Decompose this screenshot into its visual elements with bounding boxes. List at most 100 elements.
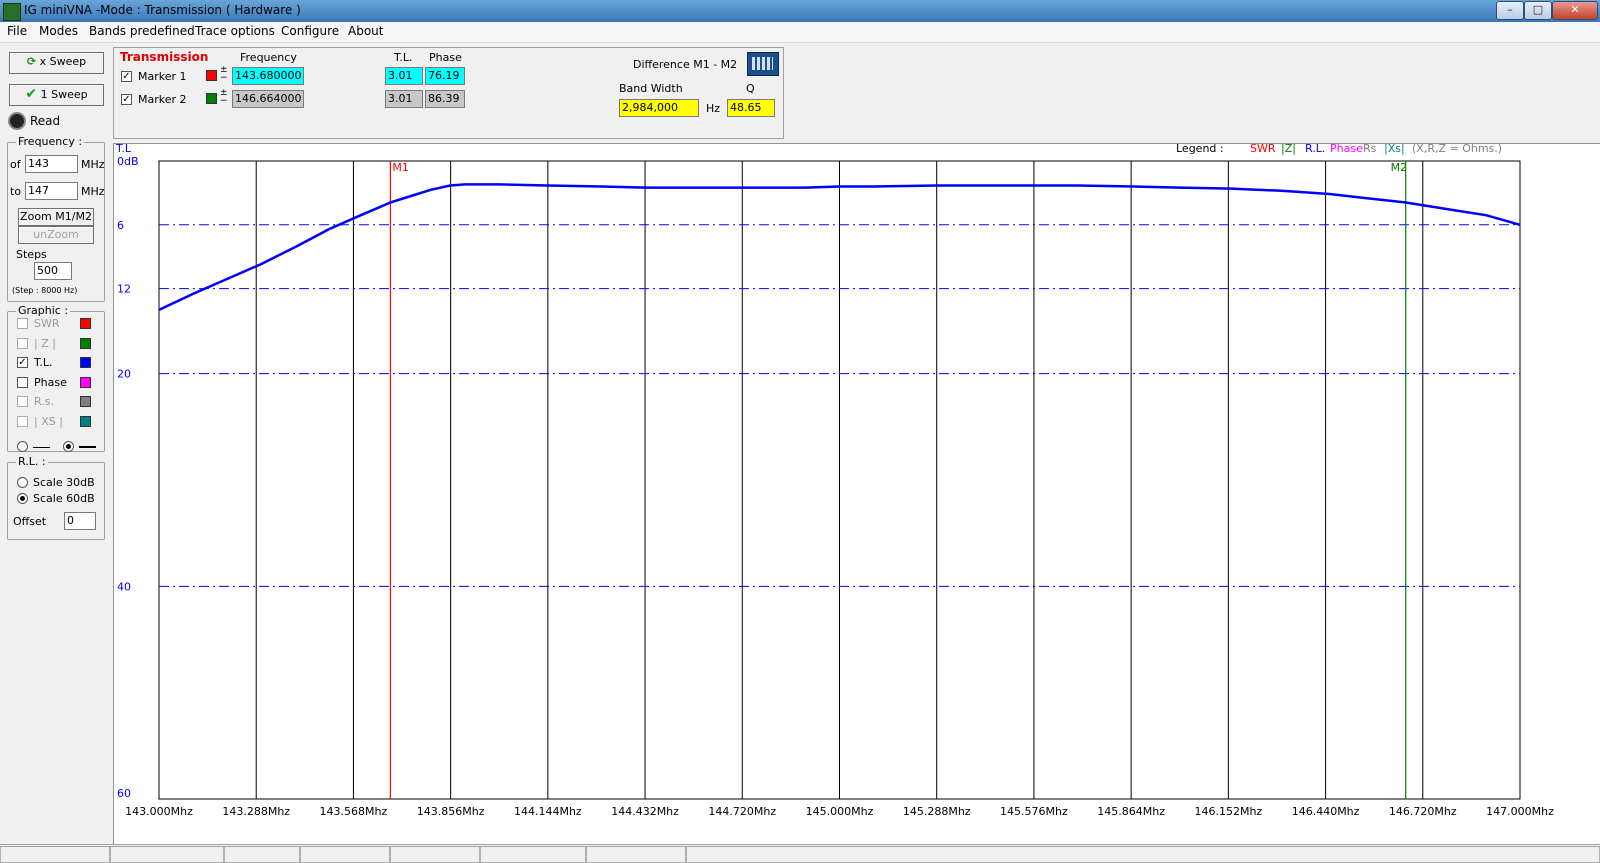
marker2-tl-field: 3.01 xyxy=(385,90,423,108)
status-pane-3 xyxy=(224,846,300,863)
menu-bands-predefined[interactable]: Bands predefined xyxy=(89,24,195,38)
start-frequency-input[interactable]: 143 xyxy=(25,155,78,173)
status-pane-4 xyxy=(300,846,390,863)
trace-checkbox[interactable] xyxy=(17,337,28,349)
close-button[interactable]: ✕ xyxy=(1552,1,1598,20)
maximize-button[interactable]: □ xyxy=(1524,1,1552,20)
status-pane-7 xyxy=(586,846,686,863)
start-unit-label: MHz xyxy=(81,158,105,171)
marker1-checkbox[interactable]: ✓ xyxy=(121,71,132,82)
trace-checkbox[interactable] xyxy=(17,396,28,407)
marker1-frequency-field[interactable]: 143.680000 xyxy=(232,67,304,85)
marker1-color-swatch[interactable] xyxy=(206,70,217,81)
trace-checkbox[interactable] xyxy=(17,415,28,427)
marker-label: M1 xyxy=(392,161,409,174)
app-icon xyxy=(3,3,21,21)
marker2-checkbox[interactable]: ✓ xyxy=(121,94,132,105)
thick-line-radio[interactable] xyxy=(63,441,74,452)
thin-line-radio[interactable] xyxy=(17,441,28,452)
trace-color-swatch[interactable] xyxy=(80,337,91,349)
x-tick-label: 144.720Mhz xyxy=(708,805,776,818)
x-tick-label: 144.432Mhz xyxy=(611,805,679,818)
tl-header: T.L. xyxy=(394,51,413,64)
trace-label: R.s. xyxy=(34,395,54,408)
trace-color-swatch[interactable] xyxy=(80,357,91,368)
x-tick-label: 146.720Mhz xyxy=(1389,805,1457,818)
x-tick-label: 145.864Mhz xyxy=(1097,805,1165,818)
y-tick-label: 20 xyxy=(117,368,131,381)
menu-bar: File Modes Bands predefined Trace option… xyxy=(0,22,1600,43)
frequency-group-title: Frequency : xyxy=(16,135,85,148)
marker1-spin-buttons[interactable]: ± − xyxy=(220,66,228,83)
scale-30db-label: Scale 30dB xyxy=(33,476,95,489)
calculator-icon[interactable] xyxy=(747,52,779,76)
trace-color-swatch[interactable] xyxy=(80,318,91,329)
title-bar: IG miniVNA -Mode : Transmission ( Hardwa… xyxy=(0,0,1600,22)
read-icon[interactable] xyxy=(8,112,26,130)
scale-60db-radio[interactable] xyxy=(17,493,28,504)
x-tick-label: 143.000Mhz xyxy=(125,805,193,818)
hz-label: Hz xyxy=(706,102,721,115)
y-tick-label: 0dB xyxy=(117,155,139,168)
y-tick-label: 40 xyxy=(117,580,131,593)
x-sweep-label: x Sweep xyxy=(39,55,87,68)
menu-trace-options[interactable]: Trace options xyxy=(195,24,275,38)
chart-area[interactable]: 143.000Mhz 143.288Mhz 143.568Mhz 143.856Mhz… xyxy=(113,142,1600,846)
trace-label: | XS | xyxy=(34,414,63,428)
legend-item: Phase xyxy=(1330,144,1363,155)
marker1-label: Marker 1 xyxy=(138,70,187,83)
menu-modes[interactable]: Modes xyxy=(39,24,78,38)
trace-checkbox[interactable]: ✓ xyxy=(17,357,28,368)
offset-input[interactable]: 0 xyxy=(64,512,96,530)
x-sweep-button[interactable]: ⟳ x Sweep xyxy=(9,52,104,74)
stop-frequency-input[interactable]: 147 xyxy=(25,182,78,200)
of-label: of xyxy=(10,158,21,171)
bandwidth-field: 2,984,000 xyxy=(619,99,699,117)
marker2-color-swatch[interactable] xyxy=(206,93,217,104)
zoom-m1m2-button[interactable]: Zoom M1/M2 xyxy=(18,208,94,226)
trace-checkbox[interactable] xyxy=(17,376,28,388)
marker1-phase-field: 76.19 xyxy=(425,67,465,85)
marker2-label: Marker 2 xyxy=(138,93,187,106)
transmission-label: Transmission xyxy=(120,50,209,64)
x-tick-label: 144.144Mhz xyxy=(514,805,582,818)
menu-configure[interactable]: Configure xyxy=(281,24,339,38)
single-sweep-button[interactable]: ✔ 1 Sweep xyxy=(9,84,104,106)
phase-header: Phase xyxy=(429,51,462,64)
q-field: 48.65 xyxy=(727,99,775,117)
trace-color-swatch[interactable] xyxy=(80,415,91,427)
marker-label: M2 xyxy=(1391,161,1408,174)
unzoom-button[interactable]: unZoom xyxy=(18,226,94,244)
marker2-phase-field: 86.39 xyxy=(425,90,465,108)
scale-30db-radio[interactable] xyxy=(17,477,28,488)
menu-about[interactable]: About xyxy=(348,24,383,38)
q-label: Q xyxy=(746,82,755,95)
x-tick-label: 147.000Mhz xyxy=(1486,805,1554,818)
read-label: Read xyxy=(30,114,61,128)
marker2-spin-buttons[interactable]: ± − xyxy=(220,89,228,106)
trace-label: | Z | xyxy=(34,336,56,350)
frequency-header: Frequency xyxy=(240,51,297,64)
minimize-button[interactable]: – xyxy=(1496,1,1524,20)
trace-label: T.L. xyxy=(34,356,53,369)
trace-label: Phase xyxy=(34,375,67,389)
refresh-icon: ⟳ xyxy=(26,55,37,68)
trace-color-swatch[interactable] xyxy=(80,396,91,407)
offset-label: Offset xyxy=(13,515,47,528)
marker2-frequency-field[interactable]: 146.664000 xyxy=(232,90,304,108)
status-bar xyxy=(0,844,1600,863)
x-tick-label: 145.576Mhz xyxy=(1000,805,1068,818)
y-tick-label: 6 xyxy=(117,219,124,232)
legend-item: |Z| xyxy=(1281,144,1296,155)
steps-label: Steps xyxy=(16,248,47,261)
menu-file[interactable]: File xyxy=(7,24,27,38)
trace-color-swatch[interactable] xyxy=(80,376,91,388)
y-tick-label: 60 xyxy=(117,787,131,800)
steps-input[interactable]: 500 xyxy=(34,262,72,280)
trace-checkbox[interactable] xyxy=(17,318,28,329)
status-pane-6 xyxy=(480,846,586,863)
difference-label: Difference M1 - M2 xyxy=(633,58,738,71)
status-pane-2 xyxy=(110,846,224,863)
y-axis-name: T.L xyxy=(115,144,132,155)
scale-60db-label: Scale 60dB xyxy=(33,492,95,505)
